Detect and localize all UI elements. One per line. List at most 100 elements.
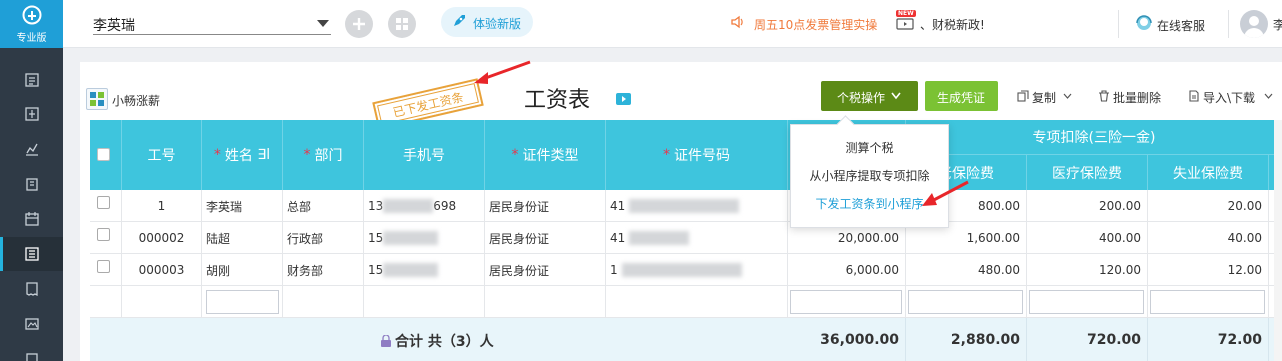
copy-label: 复制 bbox=[1032, 91, 1057, 105]
row-checkbox[interactable] bbox=[97, 260, 110, 273]
total-row: 合计 共（3）人 36,000.00 2,880.00 720.00 72.00 bbox=[90, 318, 1282, 361]
redacted-block bbox=[629, 199, 740, 213]
header-id-label: 工号 bbox=[147, 148, 176, 164]
header-medical: 医疗保险费 bbox=[1027, 155, 1148, 190]
user-icon bbox=[1244, 16, 1264, 38]
cell-id-no: 41 bbox=[606, 190, 788, 222]
nav-invoice-icon[interactable] bbox=[0, 272, 63, 306]
new-medical-input[interactable] bbox=[1029, 290, 1144, 314]
copy-icon bbox=[1017, 90, 1029, 102]
cell-unemployment: 40.00 bbox=[1148, 222, 1269, 254]
row-checkbox[interactable] bbox=[97, 196, 110, 209]
app: 专业版 李英瑞 体验新版 周五10点发票管理实操 NEW 、财税新政! 在线客服… bbox=[0, 0, 1282, 361]
nav-settings-icon[interactable] bbox=[0, 342, 63, 361]
notice-text: 周五10点发票管理实操 bbox=[754, 18, 878, 32]
divider bbox=[1118, 10, 1119, 38]
add-button[interactable] bbox=[345, 10, 373, 38]
speaker-icon bbox=[731, 15, 743, 29]
cell-salary: 6,000.00 bbox=[788, 254, 906, 286]
cell-id-type: 居民身份证 bbox=[485, 222, 606, 254]
qr-code-icon[interactable] bbox=[86, 88, 108, 110]
cell-id-type: 居民身份证 bbox=[485, 190, 606, 222]
sidebar: 专业版 bbox=[0, 0, 63, 361]
nav-image-icon[interactable] bbox=[0, 307, 63, 341]
news-text: 、财税新政! bbox=[920, 18, 985, 32]
xiaochang-raise-link[interactable]: 小畅涨薪 bbox=[112, 92, 160, 109]
brand-logo[interactable]: 专业版 bbox=[0, 0, 63, 48]
cell-id: 1 bbox=[122, 190, 202, 222]
header-phone-label: 手机号 bbox=[403, 148, 445, 164]
tax-operations-menu: 测算个税 从小程序提取专项扣除 下发工资条到小程序 bbox=[790, 124, 949, 228]
nav-salary-icon[interactable] bbox=[0, 237, 63, 271]
row-select bbox=[90, 254, 122, 286]
header-dept: * 部门 bbox=[283, 120, 364, 190]
header-unemployment: 失业保险费 bbox=[1148, 155, 1269, 190]
page-title: 工资表 bbox=[524, 88, 591, 113]
phone-prefix: 13 bbox=[368, 199, 384, 213]
menu-item-issue-payslip[interactable]: 下发工资条到小程序 bbox=[791, 191, 948, 217]
id-no-prefix: 41 bbox=[610, 199, 626, 213]
new-row-spacer bbox=[364, 286, 485, 318]
id-no-prefix: 1 bbox=[610, 263, 618, 277]
header-special-deduction-group: 专项扣除(三险一金) bbox=[906, 120, 1282, 155]
table-row[interactable]: 1 李英瑞 总部 13 698 居民身份证 41 800.00 200.00 20… bbox=[90, 190, 1282, 222]
try-new-version-button[interactable]: 体验新版 bbox=[441, 7, 533, 37]
tax-operations-label: 个税操作 bbox=[837, 91, 886, 105]
header-phone: 手机号 bbox=[364, 120, 485, 190]
edition-label: 专业版 bbox=[16, 33, 47, 44]
redacted-block bbox=[383, 199, 434, 213]
user-name[interactable]: 李 bbox=[1273, 16, 1282, 33]
nav-assets-icon[interactable] bbox=[0, 167, 63, 201]
select-all-checkbox[interactable] bbox=[97, 148, 110, 161]
menu-item-calculate-tax[interactable]: 测算个税 bbox=[791, 135, 948, 161]
menu-item-fetch-deductions[interactable]: 从小程序提取专项扣除 bbox=[791, 163, 948, 189]
chevron-down-icon bbox=[1264, 93, 1273, 99]
nav-voucher-icon[interactable] bbox=[0, 63, 63, 97]
topbar: 李英瑞 体验新版 周五10点发票管理实操 NEW 、财税新政! 在线客服 李 bbox=[63, 0, 1282, 48]
apps-button[interactable] bbox=[388, 10, 416, 38]
header-id-no: * 证件号码 bbox=[606, 120, 788, 190]
video-tutorial-icon[interactable] bbox=[616, 91, 631, 105]
cell-pension: 480.00 bbox=[906, 254, 1027, 286]
phone-prefix: 15 bbox=[368, 263, 384, 277]
generate-voucher-button[interactable]: 生成凭证 bbox=[925, 81, 998, 111]
tax-operations-button[interactable]: 个税操作 bbox=[821, 81, 918, 111]
new-row-spacer bbox=[122, 286, 202, 318]
header-name-label: 姓名 bbox=[224, 148, 253, 164]
main-panel: 小畅涨薪 已下发工资条 工资表 个税操作 生成凭证 复制 批量删除 导入\下载 bbox=[80, 62, 1282, 361]
table-row[interactable]: 000002 陆超 行政部 15 居民身份证 41 20,000.00 1,60… bbox=[90, 222, 1282, 254]
company-select[interactable]: 李英瑞 bbox=[93, 15, 331, 35]
cell-id-no: 41 bbox=[606, 222, 788, 254]
new-unemployment-input[interactable] bbox=[1150, 290, 1265, 314]
new-row-spacer bbox=[283, 286, 364, 318]
nav-ledger-icon[interactable] bbox=[0, 97, 63, 131]
cell-name: 李英瑞 bbox=[202, 190, 283, 222]
phone-suffix: 698 bbox=[433, 199, 457, 213]
lock-icon bbox=[381, 334, 391, 347]
new-row-pension-cell bbox=[906, 286, 1027, 318]
cell-medical: 400.00 bbox=[1027, 222, 1148, 254]
support-agent-icon bbox=[1136, 15, 1152, 30]
header-id-no-label: 证件号码 bbox=[674, 148, 730, 164]
cell-id-no: 1 bbox=[606, 254, 788, 286]
redacted-block bbox=[383, 231, 439, 245]
vertical-scrollbar[interactable] bbox=[1274, 120, 1282, 361]
divider bbox=[1228, 10, 1229, 38]
new-row-name-cell bbox=[202, 286, 283, 318]
nav-calendar-icon[interactable] bbox=[0, 202, 63, 236]
row-checkbox[interactable] bbox=[97, 228, 110, 241]
redacted-block bbox=[383, 263, 439, 277]
table-row[interactable]: 000003 胡刚 财务部 15 居民身份证 1 6,000.00 480.00… bbox=[90, 254, 1282, 286]
avatar[interactable] bbox=[1240, 10, 1268, 38]
new-salary-input[interactable] bbox=[790, 290, 902, 314]
new-name-input[interactable] bbox=[206, 290, 279, 314]
cell-id: 000002 bbox=[122, 222, 202, 254]
total-label-text: 合计 共（3）人 bbox=[395, 334, 494, 350]
company-name: 李英瑞 bbox=[93, 18, 135, 34]
cell-phone: 15 bbox=[364, 222, 485, 254]
service-label: 在线客服 bbox=[1157, 19, 1206, 33]
new-pension-input[interactable] bbox=[908, 290, 1023, 314]
chevron-down-icon bbox=[317, 20, 329, 27]
rocket-icon bbox=[454, 15, 465, 26]
nav-report-chart-icon[interactable] bbox=[0, 132, 63, 166]
